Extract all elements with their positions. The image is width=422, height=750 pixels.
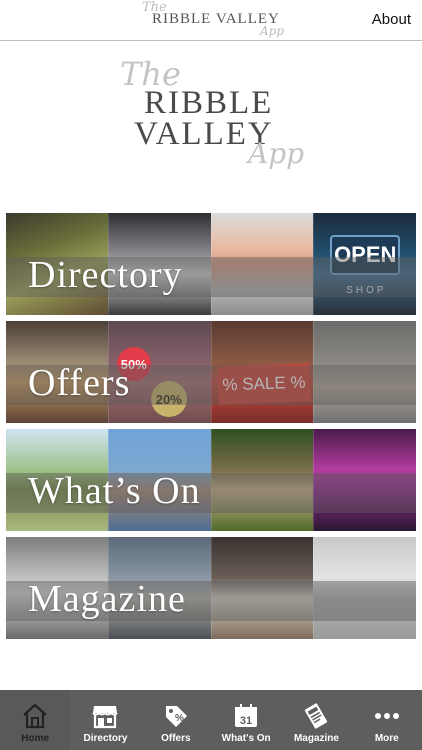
about-link[interactable]: About <box>372 11 411 28</box>
offers-banner[interactable]: 50% 20% % SALE % Offers <box>6 321 416 423</box>
magazine-banner[interactable]: Magazine <box>6 537 416 639</box>
more-dots-icon <box>374 713 399 719</box>
tab-home[interactable]: Home <box>0 690 71 750</box>
tab-magazine[interactable]: Magazine <box>281 690 351 750</box>
tab-directory-label: Directory <box>83 733 128 744</box>
directory-banner[interactable]: OPEN SHOP Directory <box>6 213 416 315</box>
shop-icon <box>92 706 119 729</box>
tab-more-label: More <box>374 733 399 744</box>
home-icon <box>23 703 47 729</box>
tab-more[interactable]: More <box>352 690 422 750</box>
svg-text:%: % <box>175 713 184 724</box>
hero-logo-app: App <box>248 137 305 170</box>
offer-tag-icon: % <box>165 706 187 727</box>
whats-on-banner[interactable]: What’s On <box>6 429 416 531</box>
top-header: The RIBBLE VALLEY App About <box>0 0 422 41</box>
hero-logo: The RIBBLE VALLEY App <box>110 55 310 180</box>
calendar-icon: 31 <box>235 704 258 727</box>
directory-banner-label: Directory <box>28 254 183 296</box>
bottom-tab-bar: Home Directory % Offers 31 What's On Mag… <box>0 690 422 750</box>
calendar-icon-number: 31 <box>240 715 252 727</box>
header-logo: The RIBBLE VALLEY App <box>140 0 284 40</box>
header-logo-app: App <box>260 24 285 38</box>
magazine-banner-label: Magazine <box>28 578 186 620</box>
tab-offers-label: Offers <box>161 733 191 744</box>
tab-offers[interactable]: % Offers <box>141 690 211 750</box>
magazine-icon <box>305 703 328 729</box>
tab-directory[interactable]: Directory <box>70 690 140 750</box>
tab-whats-on-label: What's On <box>221 733 271 744</box>
offers-banner-label: Offers <box>28 362 131 404</box>
tab-magazine-label: Magazine <box>293 733 339 744</box>
tab-home-label: Home <box>21 733 50 744</box>
whats-on-banner-label: What’s On <box>28 470 201 512</box>
tab-whats-on[interactable]: 31 What's On <box>211 690 281 750</box>
